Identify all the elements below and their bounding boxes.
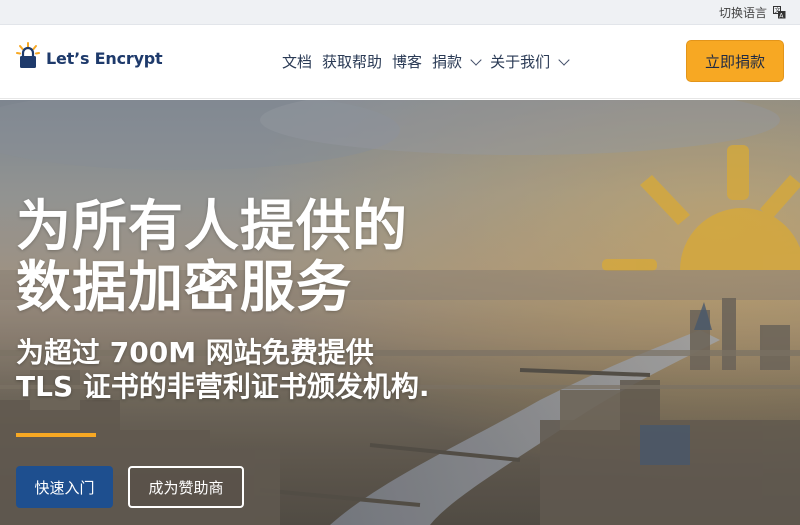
language-switcher[interactable]: 切换语言 文 A — [719, 4, 786, 21]
hero-subtitle-line: 为超过 700M 网站免费提供 — [16, 336, 374, 369]
translate-icon: 文 A — [773, 6, 786, 20]
nav-item-about[interactable]: 关于我们 — [490, 51, 570, 72]
nav-item-docs[interactable]: 文档 — [282, 51, 312, 72]
nav-item-label: 文档 — [282, 53, 313, 71]
nav-item-label: 博客 — [392, 53, 423, 71]
hero-title-line: 为所有人提供的 — [16, 194, 409, 258]
nav-menu: 文档 获取帮助 博客 捐款 关于我们 — [282, 51, 570, 72]
main-navigation: Let’s Encrypt 文档 获取帮助 博客 捐款 关于我们 立即捐款 — [0, 25, 800, 99]
nav-item-label: 获取帮助 — [322, 53, 383, 71]
hero-title-line: 数据加密服务 — [16, 255, 353, 319]
logo-text: Let’s Encrypt — [46, 48, 163, 68]
nav-item-donate[interactable]: 捐款 — [432, 51, 482, 72]
language-switch-label: 切换语言 — [718, 6, 767, 20]
padlock-sun-icon — [16, 42, 40, 74]
chevron-down-icon — [558, 53, 570, 66]
nav-item-blog[interactable]: 博客 — [392, 51, 422, 72]
chevron-down-icon — [470, 53, 482, 66]
nav-item-get-help[interactable]: 获取帮助 — [322, 51, 382, 72]
accent-divider — [16, 433, 96, 437]
hero-section: 为所有人提供的 数据加密服务 为超过 700M 网站免费提供 TLS 证书的非营… — [0, 100, 800, 525]
top-bar: 切换语言 文 A — [0, 0, 800, 25]
become-sponsor-button[interactable]: 成为赞助商 — [128, 466, 244, 508]
hero-title: 为所有人提供的 数据加密服务 — [16, 196, 408, 318]
hero-subtitle-line: TLS 证书的非营利证书颁发机构. — [16, 370, 430, 403]
logo-link[interactable]: Let’s Encrypt — [16, 42, 163, 74]
nav-item-label: 捐款 — [432, 53, 463, 71]
get-started-button[interactable]: 快速入门 — [16, 466, 113, 508]
hero-subtitle: 为超过 700M 网站免费提供 TLS 证书的非营利证书颁发机构. — [16, 336, 430, 404]
donate-now-button[interactable]: 立即捐款 — [686, 40, 784, 82]
nav-item-label: 关于我们 — [490, 53, 551, 71]
